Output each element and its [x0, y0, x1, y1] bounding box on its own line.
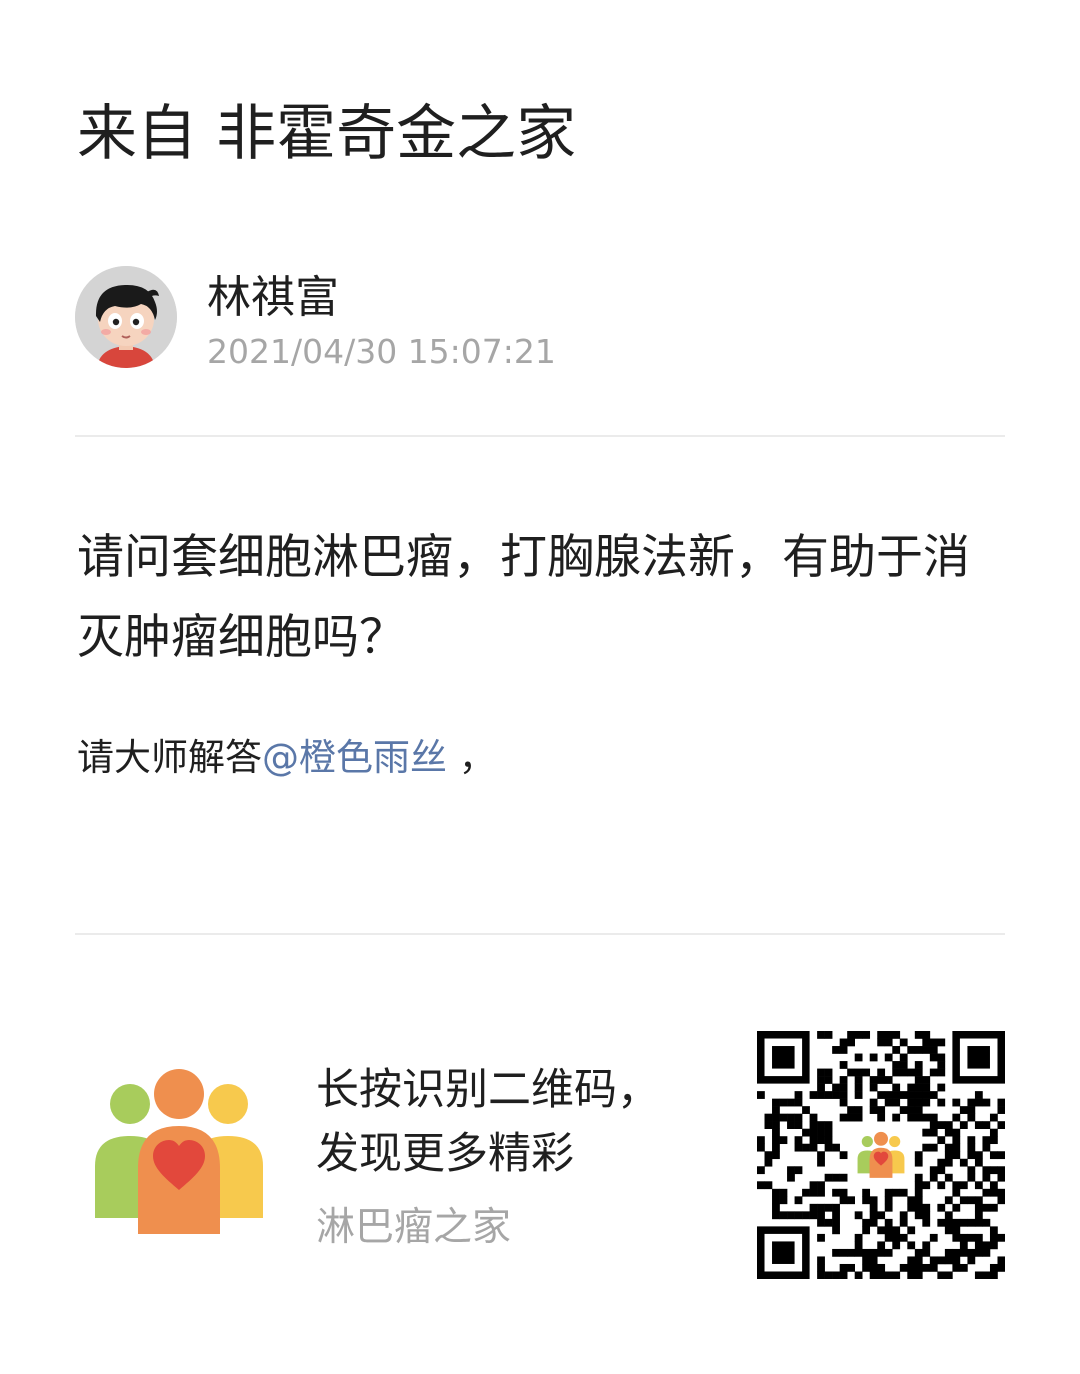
cartoon-boy-avatar-icon — [75, 266, 177, 368]
author-name[interactable]: 林祺富 — [207, 270, 339, 326]
divider — [75, 933, 1005, 935]
post-timestamp: 2021/04/30 15:07:21 — [207, 332, 556, 371]
avatar[interactable] — [75, 266, 177, 368]
divider — [75, 435, 1005, 437]
page-title: 来自 非霍奇金之家 — [77, 99, 577, 169]
qr-code-icon[interactable] — [757, 1031, 1006, 1280]
promo-source: 淋巴瘤之家 — [316, 1205, 512, 1250]
family-heart-logo-icon — [93, 1068, 265, 1236]
qr-center-logo-icon — [857, 1131, 905, 1179]
author-block: 林祺富 2021/04/30 15:07:21 — [75, 266, 1005, 371]
reply-prefix: 请大师解答 — [77, 736, 262, 779]
reply-suffix: ， — [447, 736, 496, 779]
reply-text: 请大师解答@橙色雨丝 ， — [77, 730, 1007, 786]
mention-link[interactable]: @橙色雨丝 — [262, 736, 447, 779]
question-text: 请问套细胞淋巴瘤，打胸腺法新，有助于消灭肿瘤细胞吗？ — [77, 530, 970, 665]
promo-line-1: 长按识别二维码， — [316, 1065, 660, 1115]
promo-line-2: 发现更多精彩 — [316, 1129, 574, 1179]
